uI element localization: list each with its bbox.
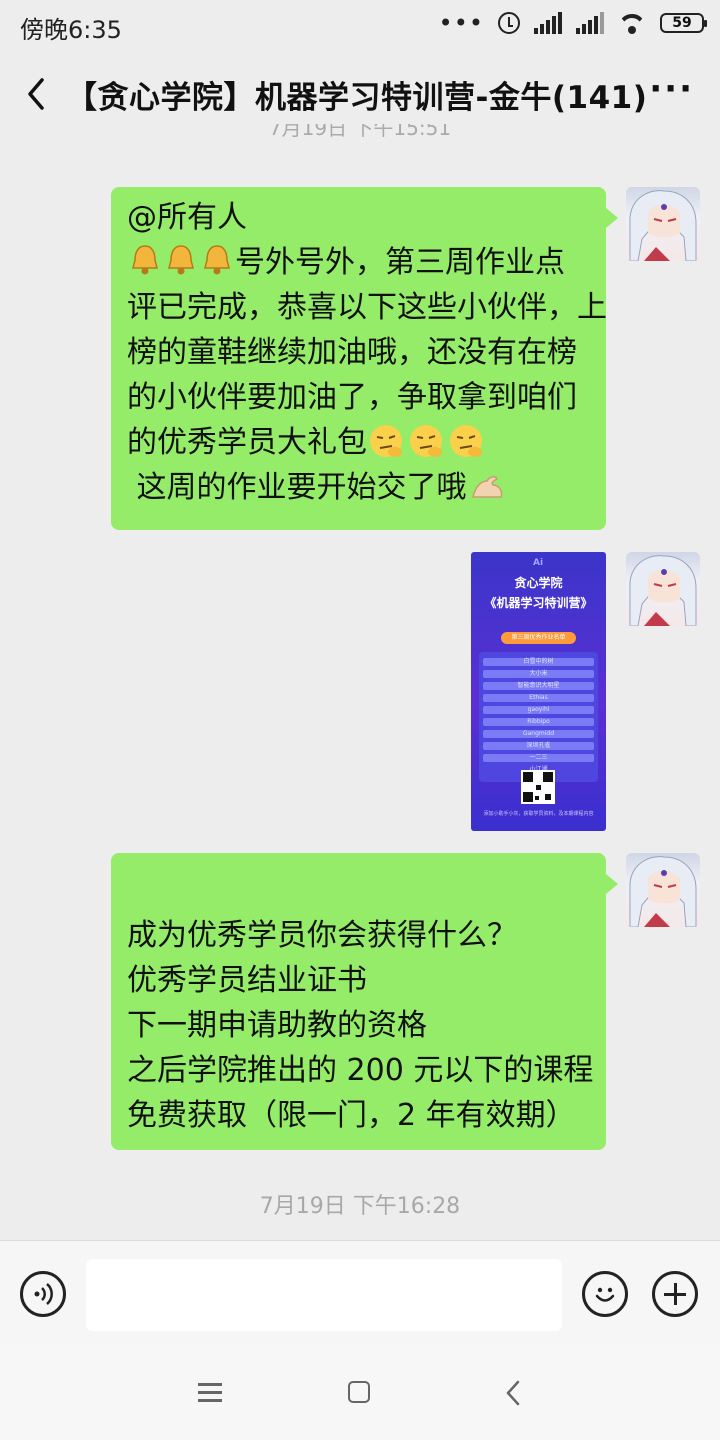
voice-input-button[interactable] xyxy=(20,1271,66,1317)
status-time: 傍晚6:35 xyxy=(20,16,122,44)
message-line: 号外号外，第三周作业点 xyxy=(127,240,590,285)
poster-name: 一二三 xyxy=(483,754,594,762)
message-bubble[interactable]: 成为优秀学员你会获得什么？ 优秀学员结业证书 下一期申请助教的资格 之后学院推出… xyxy=(111,853,606,1150)
chevron-left-icon xyxy=(28,78,44,110)
emoji-button[interactable] xyxy=(582,1271,628,1317)
signal-icon-1 xyxy=(534,12,562,34)
poster-name: Gangmidd xyxy=(483,730,594,738)
recent-apps-button[interactable] xyxy=(198,1383,222,1403)
message-line: 优秀学员结业证书 xyxy=(127,963,367,998)
message-input[interactable] xyxy=(86,1259,562,1331)
more-options-button[interactable]: ··· xyxy=(649,72,694,106)
thinking-face-emoji-icon xyxy=(447,422,487,460)
home-button[interactable] xyxy=(348,1381,370,1403)
avatar[interactable] xyxy=(626,853,700,927)
poster-name: 大小米 xyxy=(483,670,594,678)
more-notifications-icon: ••• xyxy=(438,9,484,37)
thinking-face-emoji-icon xyxy=(407,422,447,460)
poster-subtitle: 《机器学习特训营》 xyxy=(484,596,593,610)
poster-footer: 添加小助手小灰，获取学员资料，及本期课程内容 xyxy=(483,811,594,817)
poster-name-list: 白雪中的树 大小米 智能意识大明星 Ethias gaoyihi Ribbipo… xyxy=(479,652,598,782)
poster-name: 白雪中的树 xyxy=(483,658,594,666)
status-icons: ••• 59 xyxy=(438,9,707,37)
poster-logo: Ai xyxy=(533,558,544,568)
message-line: 的优秀学员大礼包 xyxy=(127,420,590,465)
chevron-left-icon xyxy=(506,1380,520,1406)
back-button[interactable] xyxy=(18,72,58,116)
poster-name: Ribbipo xyxy=(483,718,594,726)
message-line: 榜的童鞋继续加油哦，还没有在榜 xyxy=(127,335,577,370)
bell-emoji-icon xyxy=(127,242,163,278)
wifi-icon xyxy=(618,12,646,34)
message-line: 成为优秀学员你会获得什么？ xyxy=(127,918,517,953)
system-nav-bar xyxy=(0,1345,720,1440)
message-line: 之后学院推出的 200 元以下的课程 xyxy=(127,1053,594,1088)
message-line: 评已完成，恭喜以下这些小伙伴，上 xyxy=(127,290,607,325)
avatar[interactable] xyxy=(626,187,700,261)
message-bubble[interactable]: @所有人 号外号外，第三周作业点 评已完成，恭喜以下这些小伙伴，上 榜的童鞋继续… xyxy=(111,187,607,530)
chat-input-bar xyxy=(0,1240,720,1345)
more-functions-button[interactable] xyxy=(652,1271,698,1317)
chat-title: 【贪心学院】机器学习特训营-金牛(141) xyxy=(66,80,648,116)
poster-title: 贪心学院 xyxy=(514,576,563,590)
bell-emoji-icon xyxy=(199,242,235,278)
poster-name: 深圳孔雀 xyxy=(483,742,594,750)
voice-icon xyxy=(34,1283,53,1305)
message-line: 下一期申请助教的资格 xyxy=(127,1008,427,1043)
signal-icon-2 xyxy=(576,12,604,34)
message-line: 这周的作业要开始交了哦 xyxy=(127,465,590,510)
flexed-biceps-emoji-icon xyxy=(467,467,507,505)
smiley-icon xyxy=(595,1287,615,1302)
bubble-tail xyxy=(606,874,618,894)
alarm-icon xyxy=(498,12,520,34)
message-line: @所有人 xyxy=(127,200,247,235)
battery-icon: 59 xyxy=(660,13,707,33)
bubble-tail xyxy=(606,208,618,228)
poster-name: 智能意识大明星 xyxy=(483,682,594,690)
status-bar: 傍晚6:35 ••• 59 xyxy=(0,0,720,52)
image-message[interactable]: Ai 贪心学院 《机器学习特训营》 第三周优秀作业名单 白雪中的树 大小米 智能… xyxy=(471,552,606,831)
avatar[interactable] xyxy=(626,552,700,626)
poster-name: gaoyihi xyxy=(483,706,594,714)
system-back-button[interactable] xyxy=(500,1379,526,1407)
message-line: 的小伙伴要加油了，争取拿到咱们 xyxy=(127,380,577,415)
message-timestamp: 7月19日 下午16:28 xyxy=(259,1194,461,1219)
message-line: 免费获取（限一门，2 年有效期） xyxy=(127,1098,576,1133)
partial-timestamp: 7月19日 下午15:51 xyxy=(268,124,452,140)
thinking-face-emoji-icon xyxy=(367,422,407,460)
bell-emoji-icon xyxy=(163,242,199,278)
qr-code-icon xyxy=(521,770,555,804)
poster-badge: 第三周优秀作业名单 xyxy=(501,632,576,644)
poster-name: Ethias xyxy=(483,694,594,702)
